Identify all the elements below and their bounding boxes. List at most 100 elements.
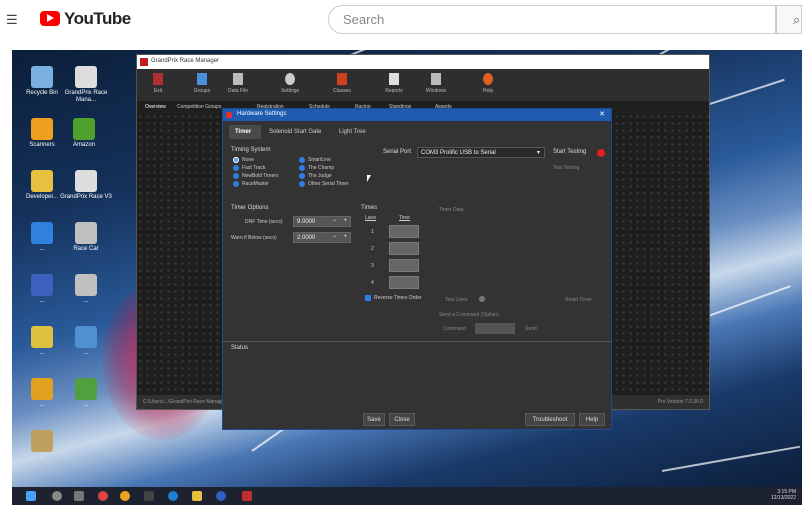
search-icon[interactable] xyxy=(52,491,62,501)
help-button[interactable]: Help xyxy=(579,413,605,426)
lane-header: Lane xyxy=(365,215,377,221)
hamburger-icon[interactable]: ☰ xyxy=(6,12,18,28)
search-input[interactable]: Search xyxy=(328,5,776,34)
app-icon xyxy=(75,326,97,348)
windows-taskbar: 3:15 PM 12/13/2022 xyxy=(12,487,802,505)
youtube-logo-text[interactable]: YouTube xyxy=(64,9,131,29)
groups-icon xyxy=(197,73,207,85)
checkered-flag-icon xyxy=(75,66,97,88)
dnf-time-input[interactable]: 9.0000 − + xyxy=(293,216,351,227)
search-placeholder: Search xyxy=(343,12,385,27)
test-lines-toggle[interactable] xyxy=(479,296,485,302)
search-icon[interactable]: ⌕ xyxy=(776,5,802,34)
plus-icon[interactable]: + xyxy=(343,234,347,240)
radio-label: NewBold Timers xyxy=(242,173,279,179)
send-button[interactable]: Send xyxy=(525,326,537,332)
tool-icon xyxy=(73,118,95,140)
times-label: Times xyxy=(361,205,378,211)
radio-the-judge[interactable] xyxy=(299,173,305,179)
warn-below-input[interactable]: 2.0000 − + xyxy=(293,232,351,243)
close-button[interactable]: Close xyxy=(389,413,415,426)
app-toolbar: Exit Groups Data File Settings Classes R… xyxy=(137,69,709,101)
toolbar-windows-button[interactable]: Windows xyxy=(419,71,453,94)
radio-label: The Champ xyxy=(308,165,335,171)
minus-icon[interactable]: − xyxy=(332,234,336,240)
start-testing-button[interactable]: Start Testing xyxy=(553,149,586,155)
task-view-icon[interactable] xyxy=(74,491,84,501)
radio-newbold[interactable] xyxy=(233,173,239,179)
toolbar-groups-button[interactable]: Groups xyxy=(185,71,219,94)
toolbar-datafile-button[interactable]: Data File xyxy=(221,71,255,94)
minus-icon[interactable]: − xyxy=(332,218,336,224)
save-button[interactable]: Save xyxy=(363,413,385,426)
radio-none[interactable] xyxy=(233,157,239,163)
troubleshoot-button[interactable]: Troubleshoot xyxy=(525,413,575,426)
chrome-icon[interactable] xyxy=(120,491,130,501)
toolbar-exit-button[interactable]: Exit xyxy=(141,71,175,94)
tab-overview[interactable]: Overview xyxy=(145,104,166,110)
desktop-icon[interactable]: Race Car xyxy=(58,222,114,253)
youtube-logo-icon[interactable] xyxy=(40,11,60,26)
desktop-icon-label: ... xyxy=(39,454,45,460)
app-title: GrandPrix Race Manager xyxy=(151,58,220,64)
toolbar-reports-button[interactable]: Reports xyxy=(377,71,411,94)
plus-icon[interactable]: + xyxy=(343,218,347,224)
desktop-icon-label: GrandPrix Race Mana... xyxy=(64,90,108,103)
lane-time-field xyxy=(389,276,419,289)
wallpaper-streak xyxy=(661,445,801,472)
test-lines-label: Test Lines xyxy=(445,297,468,303)
desktop-icon-label: Amazon xyxy=(72,142,95,148)
radio-label: SmartLine xyxy=(308,157,331,163)
timing-system-label: Timing System xyxy=(231,147,271,153)
dialog-title-bar: Hardware Settings ✕ xyxy=(223,109,611,121)
mouse-cursor-icon xyxy=(367,175,371,182)
desktop-icon-label: ... xyxy=(83,402,89,408)
time-header: Time xyxy=(399,215,410,221)
radio-the-champ[interactable] xyxy=(299,165,305,171)
tab-timer[interactable]: Timer xyxy=(229,125,261,139)
desktop-icon[interactable]: GrandPrix Race V3 xyxy=(58,170,114,201)
radio-smartline[interactable] xyxy=(299,157,305,163)
lane-number: 1 xyxy=(371,229,374,235)
app-icon xyxy=(140,58,148,66)
browser-icon[interactable] xyxy=(98,491,108,501)
serial-port-select[interactable]: COM3 Prolific USB to Serial ▾ xyxy=(417,147,545,158)
radio-other-serial[interactable] xyxy=(299,181,305,187)
race-manager-task-icon[interactable] xyxy=(242,491,252,501)
help-icon xyxy=(483,73,493,85)
gear-icon xyxy=(285,73,295,85)
desktop-icon[interactable]: Amazon xyxy=(56,118,112,149)
reset-timer-button[interactable]: Reset Timer xyxy=(565,297,592,303)
file-explorer-icon[interactable] xyxy=(192,491,202,501)
desktop-icon[interactable]: ... xyxy=(14,430,70,461)
radio-label: None xyxy=(242,157,254,163)
toolbar-classes-button[interactable]: Classes xyxy=(325,71,359,94)
toolbar-help-button[interactable]: Help xyxy=(471,71,505,94)
serial-port-value: COM3 Prolific USB to Serial xyxy=(421,150,496,156)
lane-time-field xyxy=(389,225,419,238)
desktop-icon-label: GrandPrix Race V3 xyxy=(60,194,112,200)
desktop-icon[interactable]: GrandPrix Race Mana... xyxy=(58,66,114,104)
test-testing-button[interactable]: Test Testing xyxy=(553,165,579,171)
exit-icon xyxy=(153,73,163,85)
radio-racemaster[interactable] xyxy=(233,181,239,187)
tab-solenoid-start-gate[interactable]: Solenoid Start Gate xyxy=(263,125,327,139)
radio-fast-track[interactable] xyxy=(233,165,239,171)
reverse-times-checkbox[interactable] xyxy=(365,295,371,301)
clock-date: 12/13/2022 xyxy=(770,495,796,501)
start-icon[interactable] xyxy=(26,491,36,501)
terminal-icon[interactable] xyxy=(144,491,154,501)
edge-icon[interactable] xyxy=(168,491,178,501)
toolbar-settings-button[interactable]: Settings xyxy=(273,71,307,94)
radio-label: Fast Track xyxy=(242,165,266,171)
tab-competition-groups[interactable]: Competition Groups xyxy=(177,104,221,110)
lane-time-field xyxy=(389,259,419,272)
close-icon[interactable]: ✕ xyxy=(599,110,605,118)
desktop-icon[interactable]: ... xyxy=(58,378,114,409)
tab-light-tree[interactable]: Light Tree xyxy=(333,125,372,139)
command-input[interactable] xyxy=(475,323,515,334)
desktop-icon[interactable]: ... xyxy=(58,326,114,357)
desktop-icon[interactable]: ... xyxy=(58,274,114,305)
system-tray[interactable]: 3:15 PM 12/13/2022 xyxy=(771,489,796,501)
app-icon[interactable] xyxy=(216,491,226,501)
